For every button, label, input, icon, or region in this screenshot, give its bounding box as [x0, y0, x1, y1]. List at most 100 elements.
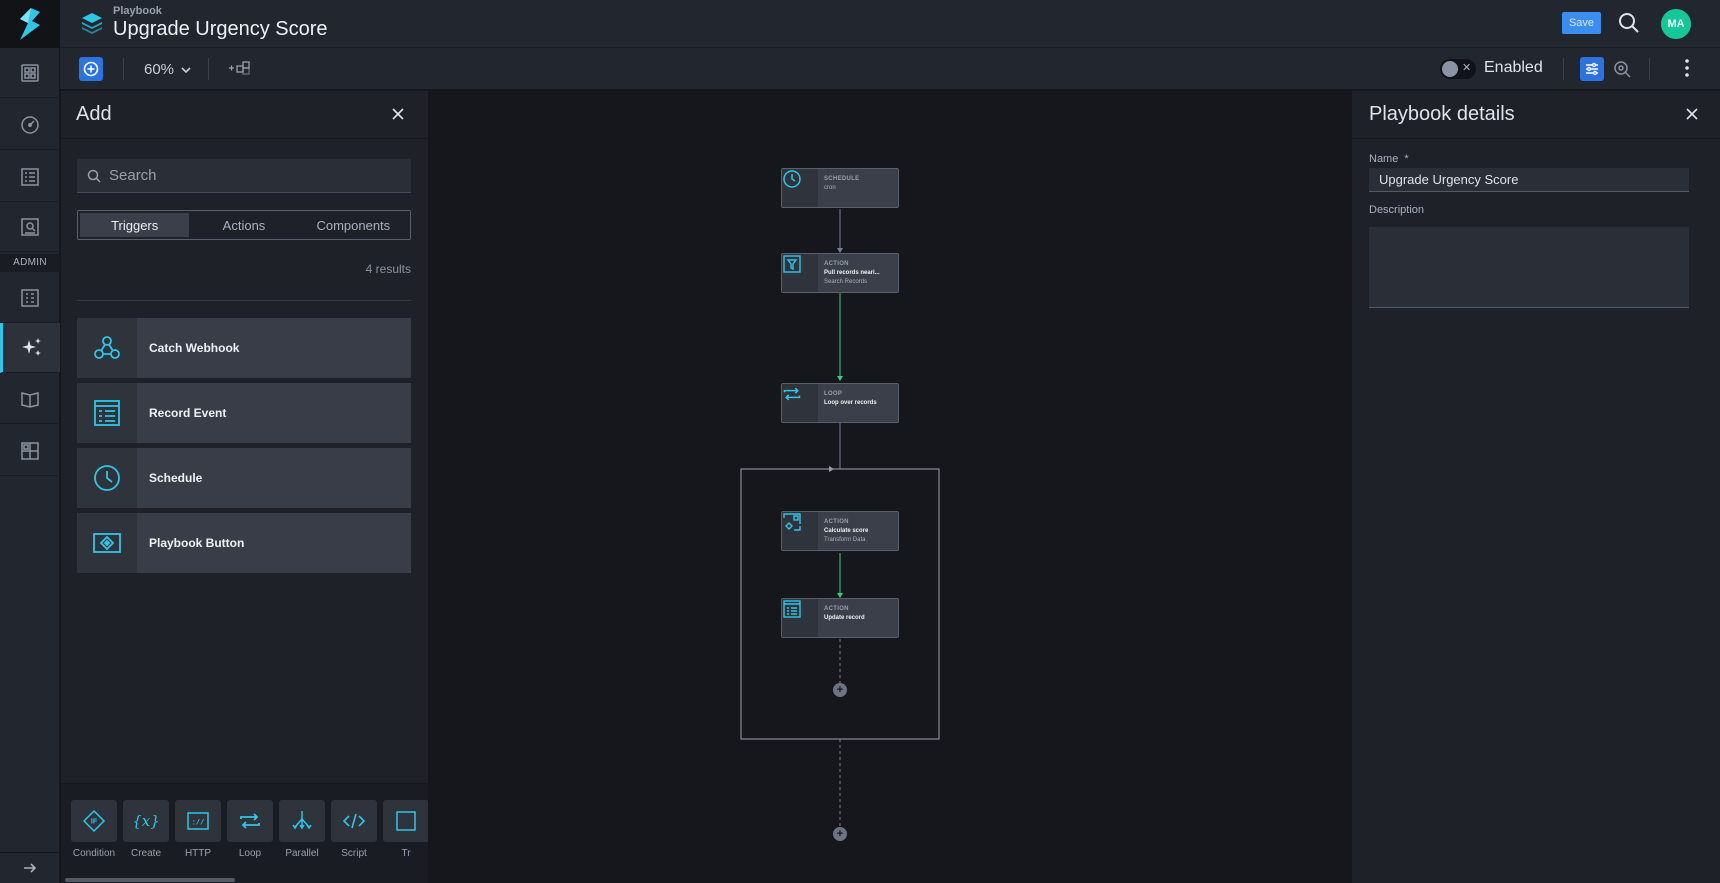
node-name: Loop over records	[824, 400, 877, 406]
rail-widgets[interactable]	[0, 426, 60, 476]
flow-node-loop[interactable]: LOOP Loop over records	[781, 383, 899, 423]
tab-components[interactable]: Components	[299, 213, 408, 237]
tool-label: Parallel	[285, 848, 319, 859]
inspect-button[interactable]	[1612, 59, 1632, 84]
trigger-catch-webhook[interactable]: Catch Webhook	[77, 318, 411, 378]
chevron-down-icon	[181, 67, 191, 74]
top-header: Playbook Upgrade Urgency Score Save MA	[60, 0, 1720, 48]
more-menu-button[interactable]	[1684, 58, 1690, 83]
trigger-record-event[interactable]: Record Event	[77, 383, 411, 443]
trigger-schedule[interactable]: Schedule	[77, 448, 411, 508]
tool-label: Create	[130, 848, 161, 859]
tool-label: HTTP	[184, 848, 212, 859]
tool-label: Condition	[72, 848, 116, 859]
condition-icon: IF	[82, 809, 106, 833]
tool-parallel[interactable]: Parallel	[279, 800, 325, 859]
toolbar-divider	[208, 58, 209, 80]
trigger-label: Record Event	[149, 406, 227, 420]
flow-node-update-record[interactable]: ACTION Update record	[781, 598, 899, 638]
tool-transform[interactable]: Tr	[383, 800, 428, 859]
add-step-button[interactable]	[79, 57, 103, 81]
tool-button	[279, 800, 325, 842]
script-icon	[342, 813, 366, 829]
flow-node-pull-records[interactable]: ACTION Pull records neari... Search Reco…	[781, 253, 899, 293]
node-text: SCHEDULE cron	[818, 169, 859, 207]
rail-metrics[interactable]	[0, 100, 60, 150]
playbook-name-field[interactable]	[1369, 168, 1689, 192]
add-panel-title: Add	[76, 103, 112, 125]
edge-arrow	[837, 376, 843, 381]
tool-button	[383, 800, 428, 842]
rail-records[interactable]	[0, 152, 60, 202]
node-name: Calculate score	[824, 528, 869, 534]
tool-button: ://	[175, 800, 221, 842]
node-icon-box	[782, 599, 818, 637]
logo-icon	[20, 8, 40, 40]
breadcrumb[interactable]: Playbook	[113, 5, 162, 17]
flow-node-schedule[interactable]: SCHEDULE cron	[781, 168, 899, 208]
avatar[interactable]: MA	[1661, 9, 1691, 39]
rail-expand-button[interactable]	[0, 852, 60, 883]
add-group-button[interactable]	[228, 60, 252, 76]
add-search-input[interactable]	[109, 167, 389, 184]
playbook-canvas[interactable]: SCHEDULE cron ACTION Pull records neari.…	[428, 91, 1352, 883]
tool-label: Loop	[238, 848, 262, 859]
node-icon-box	[782, 384, 818, 422]
node-kind: ACTION	[824, 261, 849, 267]
tab-triggers[interactable]: Triggers	[80, 213, 190, 237]
add-step-in-loop-button[interactable]: +	[833, 683, 847, 697]
left-rail: ADMIN	[0, 0, 60, 883]
more-vertical-icon	[1685, 59, 1689, 77]
webhook-icon	[94, 336, 120, 359]
edge-arrow	[829, 466, 834, 472]
parallel-icon	[292, 811, 312, 830]
search-report-icon	[21, 217, 39, 236]
rail-playbooks[interactable]	[0, 323, 60, 373]
canvas-toolbar: 60% ✕ Enabled	[60, 48, 1720, 90]
trigger-label: Playbook Button	[149, 536, 245, 550]
playbook-details-panel: Playbook details Name * Description	[1352, 91, 1720, 883]
playbook-settings-button[interactable]	[1580, 57, 1604, 81]
playbook-description-field[interactable]	[1369, 227, 1689, 308]
transform-icon	[396, 811, 416, 831]
node-text: ACTION Calculate score Transform Data	[818, 512, 868, 550]
tab-actions[interactable]: Actions	[189, 213, 298, 237]
plus-circle-icon	[83, 61, 99, 77]
app-logo[interactable]	[0, 0, 60, 48]
toolbar-divider	[1649, 58, 1650, 80]
node-kind: SCHEDULE	[824, 176, 860, 182]
close-details-button[interactable]	[1684, 106, 1700, 127]
tray-scrollbar[interactable]	[65, 878, 235, 882]
add-panel: Add Triggers Actions Components 4 result…	[61, 91, 428, 883]
rail-dashboards[interactable]	[0, 48, 60, 98]
tool-create[interactable]: {x} Create	[123, 800, 169, 859]
close-add-panel-button[interactable]	[390, 106, 406, 127]
name-label-text: Name	[1369, 153, 1399, 165]
tool-loop[interactable]: Loop	[227, 800, 273, 859]
trigger-playbook-button[interactable]: Playbook Button	[77, 513, 411, 573]
details-title: Playbook details	[1369, 103, 1515, 125]
flow-node-calculate-score[interactable]: ACTION Calculate score Transform Data	[781, 511, 899, 551]
search-icon	[1619, 13, 1639, 33]
toolbar-divider	[123, 58, 124, 80]
tool-condition[interactable]: IF Condition	[71, 800, 117, 859]
close-icon	[1686, 108, 1698, 120]
clock-icon	[783, 170, 801, 188]
enabled-toggle[interactable]: ✕	[1440, 59, 1476, 79]
add-group-icon	[229, 61, 250, 75]
add-step-after-loop-button[interactable]: +	[833, 827, 847, 841]
tool-script[interactable]: Script	[331, 800, 377, 859]
node-subtitle: Transform Data	[824, 537, 866, 543]
zoom-select[interactable]: 60%	[144, 61, 191, 78]
tool-http[interactable]: :// HTTP	[175, 800, 221, 859]
add-search-box	[77, 159, 411, 193]
playbook-stack-icon	[82, 13, 102, 34]
save-button[interactable]: Save	[1562, 12, 1601, 34]
rail-applications[interactable]	[0, 273, 60, 323]
global-search-button[interactable]	[1618, 12, 1640, 39]
sparkles-icon	[21, 337, 41, 356]
rail-search[interactable]	[0, 202, 60, 252]
tool-label: Script	[341, 848, 367, 859]
rail-library[interactable]	[0, 374, 60, 424]
layout-icon	[21, 441, 39, 460]
